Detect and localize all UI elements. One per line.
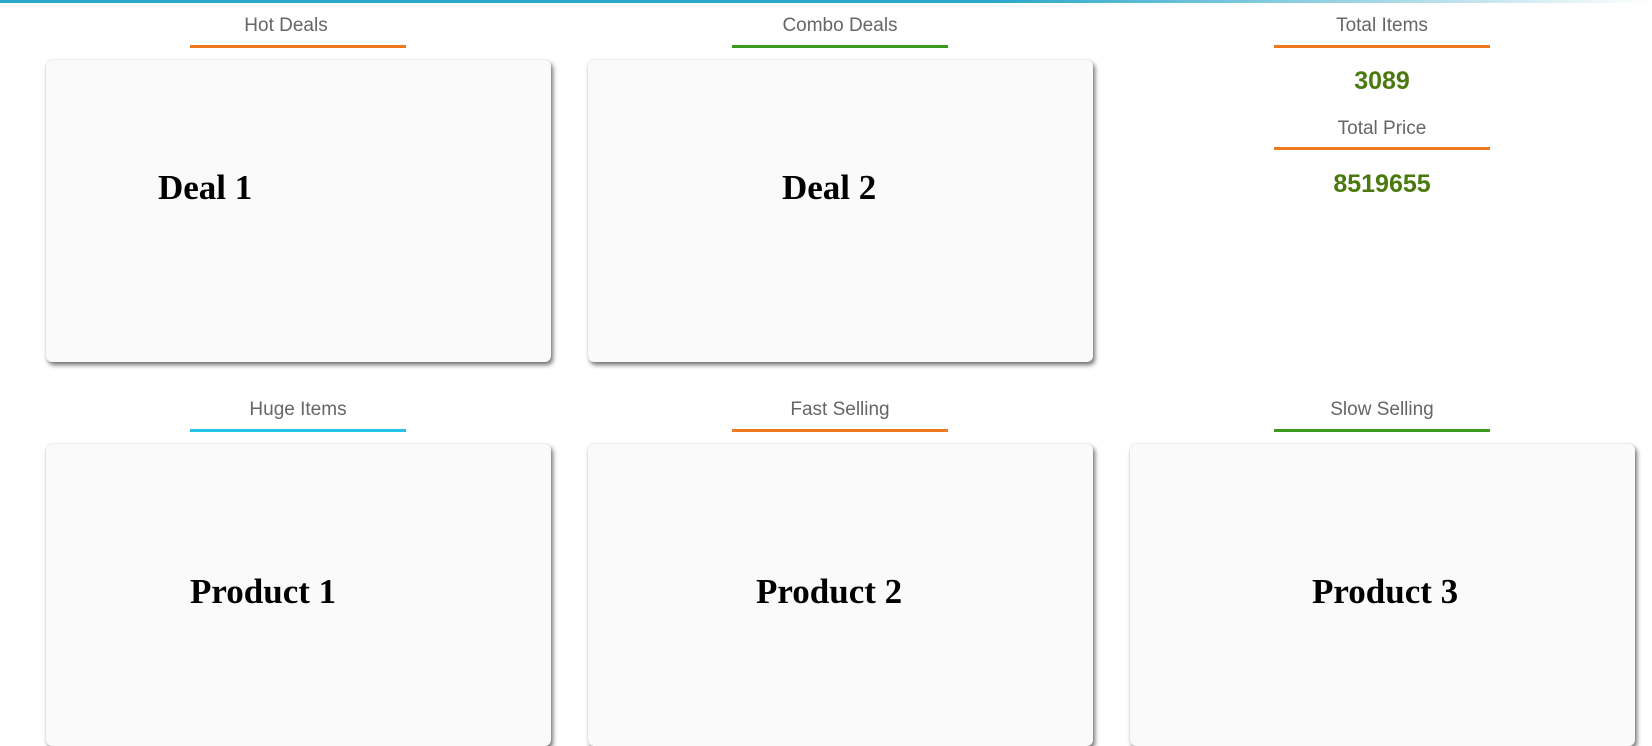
- product-3-label: Product 3: [1312, 572, 1459, 611]
- total-price-value: 8519655: [1333, 170, 1431, 198]
- fast-selling-underline: [732, 429, 948, 432]
- huge-items-card[interactable]: Product 1: [46, 444, 551, 746]
- hot-deals-card[interactable]: Deal 1: [46, 60, 551, 362]
- product-2-label: Product 2: [756, 572, 903, 611]
- hot-deals-title: Hot Deals: [244, 15, 328, 36]
- fast-selling-card[interactable]: Product 2: [588, 444, 1093, 746]
- slow-selling-title: Slow Selling: [1330, 399, 1434, 420]
- combo-deals-card[interactable]: Deal 2: [588, 60, 1093, 362]
- huge-items-title: Huge Items: [249, 399, 347, 420]
- deal-1-label: Deal 1: [158, 168, 253, 207]
- total-price-title: Total Price: [1337, 118, 1427, 139]
- total-price-underline: [1274, 147, 1490, 150]
- huge-items-underline: [190, 429, 406, 432]
- combo-deals-title: Combo Deals: [782, 15, 898, 36]
- deal-2-label: Deal 2: [782, 168, 877, 207]
- combo-deals-underline: [732, 45, 948, 48]
- slow-selling-underline: [1274, 429, 1490, 432]
- fast-selling-title: Fast Selling: [790, 399, 890, 420]
- total-items-underline: [1274, 45, 1490, 48]
- top-accent-rule: [0, 0, 1652, 3]
- total-items-title: Total Items: [1336, 15, 1428, 36]
- slow-selling-card[interactable]: Product 3: [1130, 444, 1635, 746]
- hot-deals-underline: [190, 45, 406, 48]
- product-1-label: Product 1: [190, 572, 337, 611]
- total-items-value: 3089: [1354, 67, 1410, 95]
